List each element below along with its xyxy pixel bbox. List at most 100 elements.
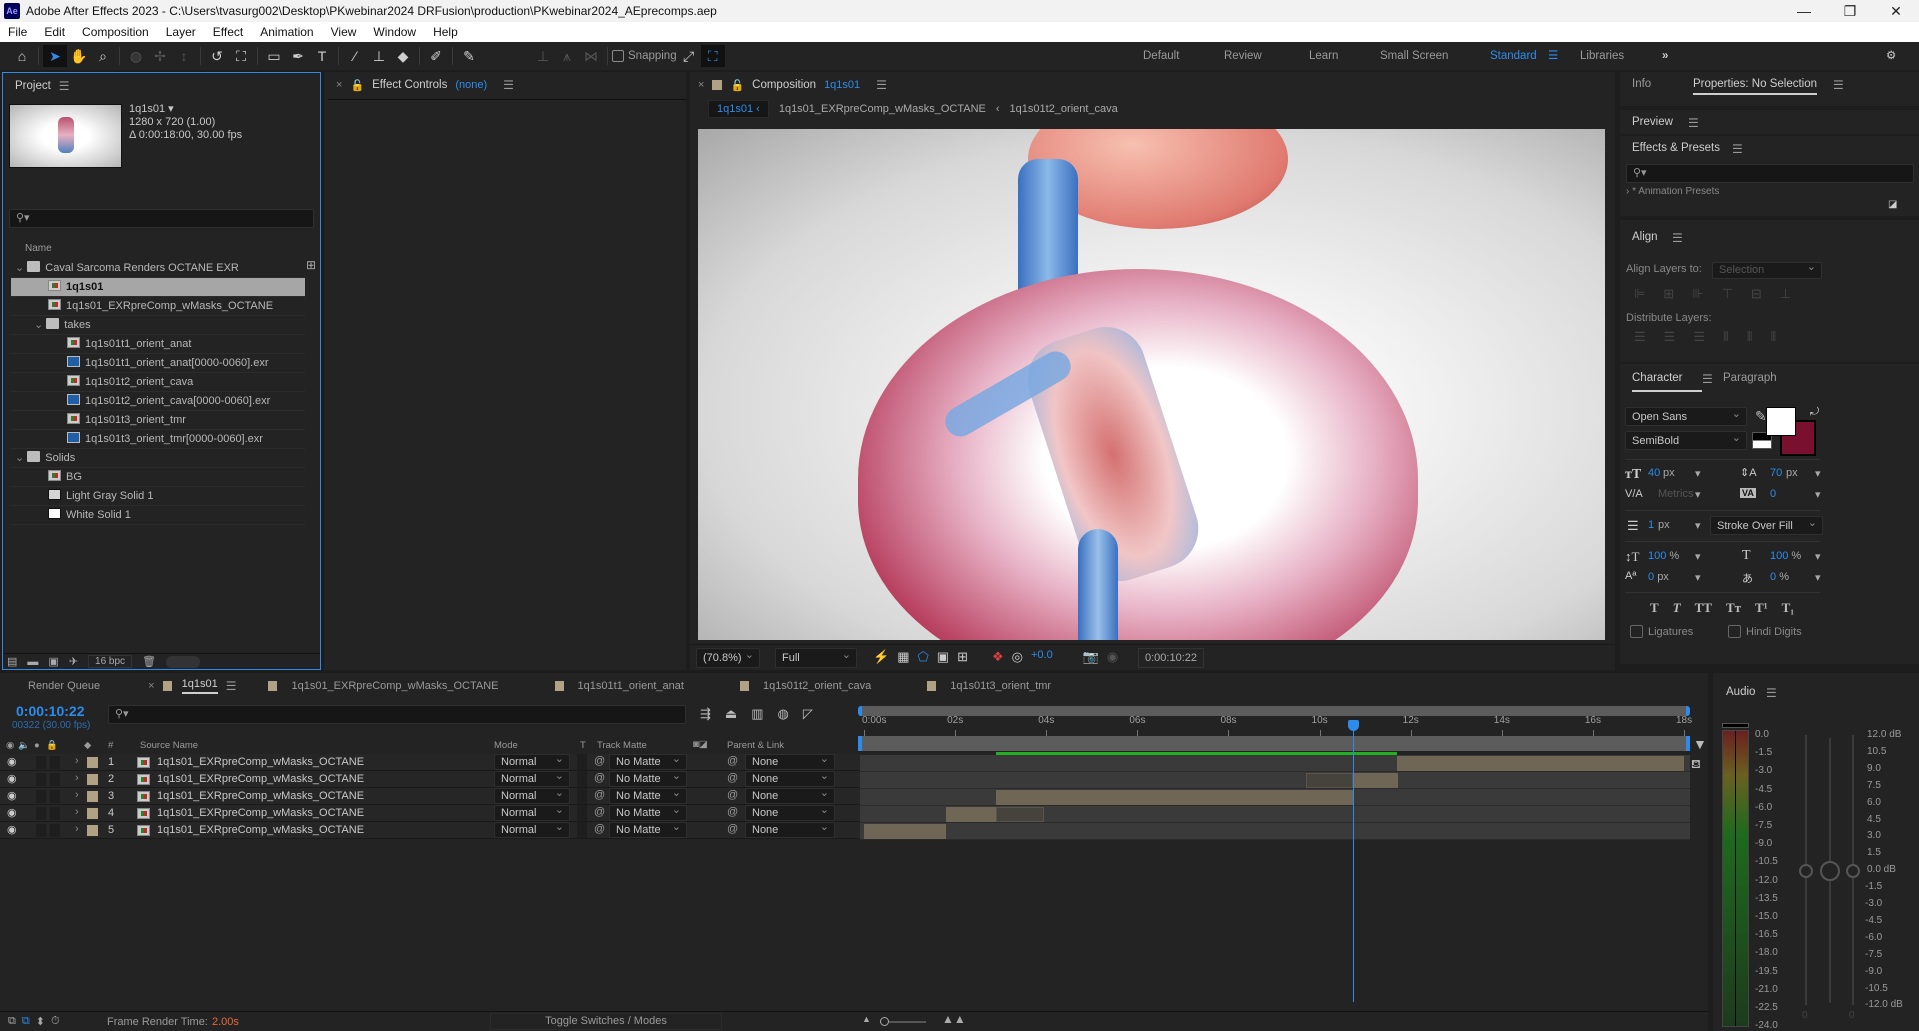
distribute-vcenter-icon[interactable]: ☰: [1664, 329, 1676, 345]
maximize-button[interactable]: ❐: [1827, 0, 1873, 22]
view-axis-icon[interactable]: ⋈: [579, 45, 603, 67]
matte-pickwhip-icon[interactable]: @: [594, 823, 605, 835]
tab-paragraph[interactable]: Paragraph: [1723, 372, 1777, 384]
new-preset-icon[interactable]: ◪: [1888, 199, 1897, 210]
align-bottom-icon[interactable]: ⊥: [1780, 286, 1791, 302]
composition-menu-icon[interactable]: ☰: [876, 78, 887, 92]
preserve-transparency-toggle[interactable]: [577, 822, 587, 838]
transparency-grid-icon[interactable]: ▦: [897, 649, 909, 665]
column-name-header[interactable]: Name: [25, 243, 52, 254]
world-axis-icon[interactable]: ⩚: [555, 45, 579, 67]
composition-flowchart-icon[interactable]: ⇶: [700, 706, 711, 722]
blend-mode-dropdown[interactable]: Normal: [494, 752, 570, 770]
project-item[interactable]: 1q1s01t1_orient_anat[0000-0060].exr: [11, 354, 305, 373]
distribute-bottom-icon[interactable]: ☰: [1693, 329, 1705, 345]
tracking-dropdown-icon[interactable]: ▾: [1815, 488, 1821, 501]
label-color-swatch[interactable]: [87, 774, 98, 785]
vertical-scale-dropdown-icon[interactable]: ▾: [1695, 550, 1701, 563]
source-name-header[interactable]: Source Name: [140, 740, 198, 751]
work-area-bar[interactable]: [858, 736, 1690, 751]
project-search-input[interactable]: ⚲▾: [9, 209, 314, 228]
parent-dropdown[interactable]: None: [745, 820, 835, 838]
dolly-camera-icon[interactable]: ↕: [172, 45, 196, 67]
stroke-width-value[interactable]: 1: [1648, 519, 1654, 531]
parent-dropdown[interactable]: None: [745, 803, 835, 821]
in-out-icon[interactable]: ⬍: [36, 1015, 45, 1028]
layer-name[interactable]: 1q1s01_EXRpreComp_wMasks_OCTANE: [157, 790, 364, 802]
align-vcenter-icon[interactable]: ⊟: [1751, 286, 1762, 302]
parent-dropdown[interactable]: None: [745, 786, 835, 804]
snap-features-icon[interactable]: ⛶: [700, 45, 725, 67]
label-color-swatch[interactable]: [87, 808, 98, 819]
kerning-dropdown-icon[interactable]: ▾: [1695, 488, 1701, 501]
preview-menu-icon[interactable]: ☰: [1688, 116, 1699, 130]
align-top-icon[interactable]: ⊤: [1722, 286, 1733, 302]
layer-row[interactable]: ◉ › 1 1q1s01_EXRpreComp_wMasks_OCTANE Normal…: [0, 752, 860, 771]
close-button[interactable]: ✕: [1873, 0, 1919, 22]
track-matte-dropdown[interactable]: No Matte: [609, 820, 687, 838]
left-channel-knob[interactable]: [1799, 864, 1813, 878]
selection-tool-icon[interactable]: ➤: [43, 45, 67, 67]
track-matte-dropdown[interactable]: No Matte: [609, 752, 687, 770]
snapping-toggle[interactable]: Snapping: [612, 50, 677, 62]
local-axis-icon[interactable]: ⊥: [531, 45, 555, 67]
layer-name[interactable]: 1q1s01_EXRpreComp_wMasks_OCTANE: [157, 773, 364, 785]
comp-button-icon[interactable]: ⛾: [1691, 757, 1701, 773]
timeline-current-time[interactable]: 0:00:10:22: [16, 703, 85, 719]
brush-tool-icon[interactable]: ⁄: [343, 45, 367, 67]
delete-icon[interactable]: 🗑: [142, 655, 156, 668]
puppet-pin-tool-icon[interactable]: ✎: [457, 45, 481, 67]
zoom-in-icon[interactable]: ▲▲: [942, 1012, 966, 1026]
lock-toggle[interactable]: [50, 824, 60, 837]
expand-chevron-icon[interactable]: ›: [75, 755, 79, 767]
magnification-dropdown[interactable]: (70.8%): [696, 646, 760, 668]
lock-toggle[interactable]: [50, 807, 60, 820]
leading-value[interactable]: 70: [1770, 467, 1782, 479]
eye-icon[interactable]: ◉: [7, 789, 17, 802]
distribute-right-icon[interactable]: ⦀: [1770, 329, 1776, 345]
lock-icon[interactable]: 🔓: [350, 79, 364, 92]
stroke-width-dropdown-icon[interactable]: ▾: [1695, 519, 1701, 532]
track-matte-dropdown[interactable]: No Matte: [609, 786, 687, 804]
adobe-media-encoder-icon[interactable]: ✈: [69, 655, 78, 668]
project-item[interactable]: 1q1s01: [11, 278, 305, 297]
solo-toggle[interactable]: [36, 756, 46, 769]
distribute-top-icon[interactable]: ☰: [1634, 329, 1646, 345]
stroke-mode-dropdown[interactable]: Stroke Over Fill: [1710, 514, 1823, 535]
superscript-button[interactable]: T¹: [1755, 600, 1768, 616]
solo-toggle[interactable]: [36, 773, 46, 786]
menu-view[interactable]: View: [331, 25, 357, 39]
tab-orient-tmr[interactable]: 1q1s01t3_orient_tmr: [950, 680, 1051, 692]
frame-blending-icon[interactable]: ▥: [751, 706, 763, 722]
comp-marker-bin-icon[interactable]: ▼: [1693, 736, 1707, 752]
close-panel-icon[interactable]: ×: [336, 79, 342, 91]
menu-layer[interactable]: Layer: [166, 25, 196, 39]
tab-precomp[interactable]: 1q1s01_EXRpreComp_wMasks_OCTANE: [291, 680, 498, 692]
close-tab-icon[interactable]: ×: [148, 680, 154, 692]
workspace-menu-icon[interactable]: ☰: [1548, 42, 1558, 70]
layer-duration-bar[interactable]: [864, 824, 946, 839]
timeline-search-input[interactable]: ⚲▾: [108, 705, 686, 724]
pan-camera-icon[interactable]: ✢: [148, 45, 172, 67]
new-folder-icon[interactable]: ▬: [27, 656, 38, 668]
layer-name[interactable]: 1q1s01_EXRpreComp_wMasks_OCTANE: [157, 824, 364, 836]
font-style-dropdown[interactable]: SemiBold: [1625, 429, 1747, 450]
project-item[interactable]: 1q1s01t3_orient_tmr[0000-0060].exr: [11, 430, 305, 449]
tab-info[interactable]: Info: [1632, 78, 1651, 90]
project-item[interactable]: BG: [11, 468, 305, 487]
leading-dropdown-icon[interactable]: ▾: [1815, 467, 1821, 480]
preserve-transparency-toggle[interactable]: [577, 788, 587, 804]
layer-trimmed-duration[interactable]: [996, 807, 1044, 822]
align-to-dropdown[interactable]: Selection: [1712, 260, 1822, 279]
project-item[interactable]: 1q1s01t3_orient_tmr: [11, 411, 305, 430]
blend-mode-dropdown[interactable]: Normal: [494, 769, 570, 787]
eraser-tool-icon[interactable]: ◆: [391, 45, 415, 67]
lock-toggle[interactable]: [50, 773, 60, 786]
lock-toggle[interactable]: [50, 790, 60, 803]
anchor-point-tool-icon[interactable]: ⛶: [229, 45, 253, 67]
selected-item-dropdown-icon[interactable]: ▾: [168, 103, 174, 115]
layer-track-lane[interactable]: [860, 823, 1690, 840]
zoom-out-icon[interactable]: ▲: [862, 1014, 871, 1024]
workspace-libraries[interactable]: Libraries: [1580, 42, 1624, 70]
horizontal-scale-value[interactable]: 100: [1770, 550, 1788, 562]
